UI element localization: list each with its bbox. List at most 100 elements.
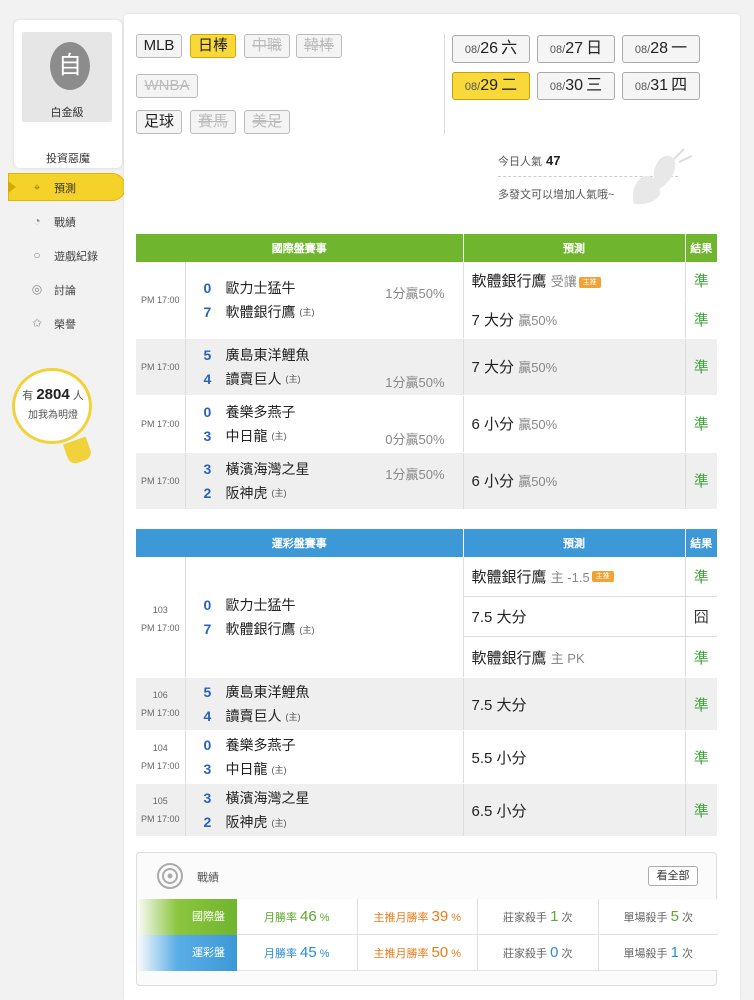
nav-item-honor[interactable]: ✩ 榮譽 [0, 306, 124, 340]
home-score: 7 [203, 621, 212, 637]
game-time: PM 17:00 [136, 452, 186, 510]
game-no: 103 [152, 605, 168, 615]
stats-row-lottery: 運彩盤 月勝率 45 % 主推月勝率 50 % 莊家殺手 0 次 單場殺手 1 … [137, 935, 718, 971]
home-team[interactable]: 阪神虎 [226, 812, 268, 832]
matchup: 0 歐力士猛牛 7 軟體銀行鷹 (主) 1分贏50% [185, 262, 464, 339]
prediction-pick: 7.5 大分 [471, 609, 527, 626]
result: 準 [685, 452, 717, 510]
prediction-pick: 6 小分 [471, 473, 515, 490]
away-team[interactable]: 歐力士猛牛 [226, 278, 296, 298]
nav-item-record[interactable]: ◔ 戰績 [0, 204, 124, 238]
view-all-button[interactable]: 看全部 [648, 866, 698, 886]
away-team[interactable]: 廣島東洋鯉魚 [226, 345, 310, 365]
prediction-pick: 軟體銀行鷹 [471, 273, 547, 291]
stats-label: 國際盤 [137, 899, 237, 935]
divider [444, 34, 445, 134]
follow-label: 加我為明燈 [28, 410, 78, 421]
date-0830[interactable]: 08/30 三 [537, 72, 615, 100]
handicap-line: 1分贏50% [385, 374, 445, 390]
handicap-line: 1分贏50% [385, 466, 445, 482]
date-0826[interactable]: 08/26 六 [452, 35, 530, 63]
follow-bulb[interactable]: 有 2804 人 加我為明燈 [10, 368, 94, 468]
prediction: 7 大分 贏50% [463, 338, 686, 396]
away-team[interactable]: 養樂多燕子 [226, 402, 296, 422]
result: 準 [685, 677, 717, 731]
home-marker: (主) [285, 711, 301, 722]
single-game-killer: 單場殺手 5 次 [598, 899, 718, 935]
nav-item-game-history[interactable]: ○ 遊戲紀錄 [0, 238, 124, 272]
matchup: 0 養樂多燕子 3 中日龍 (主) 0分贏50% [185, 395, 464, 453]
home-team[interactable]: 讀賣巨人 [226, 369, 282, 389]
result: 準 [693, 649, 709, 667]
nav-active-arrow [8, 181, 16, 193]
home-marker: (主) [285, 374, 301, 384]
home-score: 3 [203, 427, 212, 444]
featured-badge: 主推 [578, 276, 601, 288]
date-0827[interactable]: 08/27 日 [537, 35, 615, 63]
game-no: 104 [152, 743, 168, 753]
circle-icon: ○ [33, 248, 41, 262]
home-marker: (主) [299, 624, 315, 635]
nav-label: 戰績 [54, 217, 76, 229]
prediction-type: 贏50% [518, 474, 558, 489]
nav-label: 討論 [54, 285, 76, 297]
username[interactable]: 投資惡魔 [14, 150, 122, 166]
stats-row-intl: 國際盤 月勝率 46 % 主推月勝率 39 % 莊家殺手 1 次 單場殺手 5 … [137, 899, 718, 935]
result: 準 [685, 262, 717, 301]
game-no: 105 [152, 796, 168, 806]
home-team[interactable]: 軟體銀行鷹 [226, 619, 296, 639]
sidebar: 自 白金級 投資惡魔 ⌖ 預測 ◔ 戰績 ○ 遊戲紀錄 ◎ 討論 ✩ 榮譽 有 … [0, 0, 126, 1000]
home-team[interactable]: 阪神虎 [226, 483, 268, 503]
tab-soccer[interactable]: 足球 [136, 110, 182, 134]
game-time: PM 17:00 [140, 814, 180, 824]
result: 囧 [685, 597, 717, 637]
away-score: 5 [203, 684, 212, 700]
away-team[interactable]: 廣島東洋鯉魚 [226, 682, 310, 702]
monthly-win-rate: 月勝率 46 % [237, 899, 358, 935]
prediction: 軟體銀行鷹 受讓 主推 [463, 262, 686, 301]
nav-label: 遊戲紀錄 [54, 251, 98, 263]
prediction-pick: 6 小分 [471, 416, 515, 433]
home-team[interactable]: 讀賣巨人 [226, 706, 282, 726]
avatar[interactable]: 自 白金級 [22, 32, 112, 122]
prediction-pick: 7 大分 [471, 359, 515, 376]
home-team[interactable]: 軟體銀行鷹 [226, 302, 296, 322]
tab-mlb[interactable]: MLB [136, 34, 182, 58]
monthly-win-rate: 月勝率 45 % [237, 935, 358, 971]
medal-icon: ✩ [31, 316, 43, 330]
game-time: PM 17:00 [140, 761, 180, 771]
home-team[interactable]: 中日龍 [226, 426, 268, 446]
tab-npb[interactable]: 日棒 [190, 34, 236, 58]
prediction-type: 贏50% [518, 312, 558, 328]
bookie-killer: 莊家殺手 1 次 [478, 899, 599, 935]
date-0829[interactable]: 08/29 二 [452, 72, 530, 100]
popularity-note: 多發文可以增加人氣哦~ [498, 189, 615, 201]
prediction-pick: 7 大分 [471, 311, 515, 329]
away-team[interactable]: 養樂多燕子 [226, 735, 296, 755]
lottery-header-predict: 預測 [463, 529, 686, 557]
result: 準 [685, 338, 717, 396]
nav-item-discuss[interactable]: ◎ 討論 [0, 272, 124, 306]
prediction-pick: 軟體銀行鷹 [471, 569, 547, 586]
away-team[interactable]: 橫濱海灣之星 [226, 459, 310, 479]
date-0828[interactable]: 08/28 一 [622, 35, 700, 63]
date-0831[interactable]: 08/31 四 [622, 72, 700, 100]
home-marker: (主) [271, 431, 287, 441]
intl-header-games: 國際盤賽事 [136, 234, 464, 262]
tab-kbo: 韓棒 [296, 34, 342, 58]
nav-item-predict[interactable]: ⌖ 預測 [0, 170, 126, 204]
away-team[interactable]: 歐力士猛牛 [226, 595, 296, 615]
home-team[interactable]: 中日龍 [226, 759, 268, 779]
game-time: PM 17:00 [136, 395, 186, 453]
profile-card[interactable]: 自 白金級 投資惡魔 [14, 20, 122, 168]
prediction-type: 受讓 [550, 274, 577, 290]
intl-header-result: 結果 [685, 234, 717, 262]
game-time: PM 17:00 [140, 623, 180, 633]
away-team[interactable]: 橫濱海灣之星 [226, 788, 310, 808]
prediction-type: 贏50% [518, 360, 558, 375]
table-row: PM 17:00 3 橫濱海灣之星 2 阪神虎 (主) 1分贏50% 6 小分 贏50… [136, 452, 717, 510]
game-no: 106 [152, 690, 168, 700]
prediction-group: 軟體銀行鷹 主 -1.5 主推 7.5 大分 軟體銀行鷹 主 PK [463, 557, 686, 678]
tab-wnba: WNBA [136, 74, 198, 98]
table-row: 104 PM 17:00 0 養樂多燕子 3 中日龍 (主) 5.5 小分 準 [136, 730, 717, 784]
